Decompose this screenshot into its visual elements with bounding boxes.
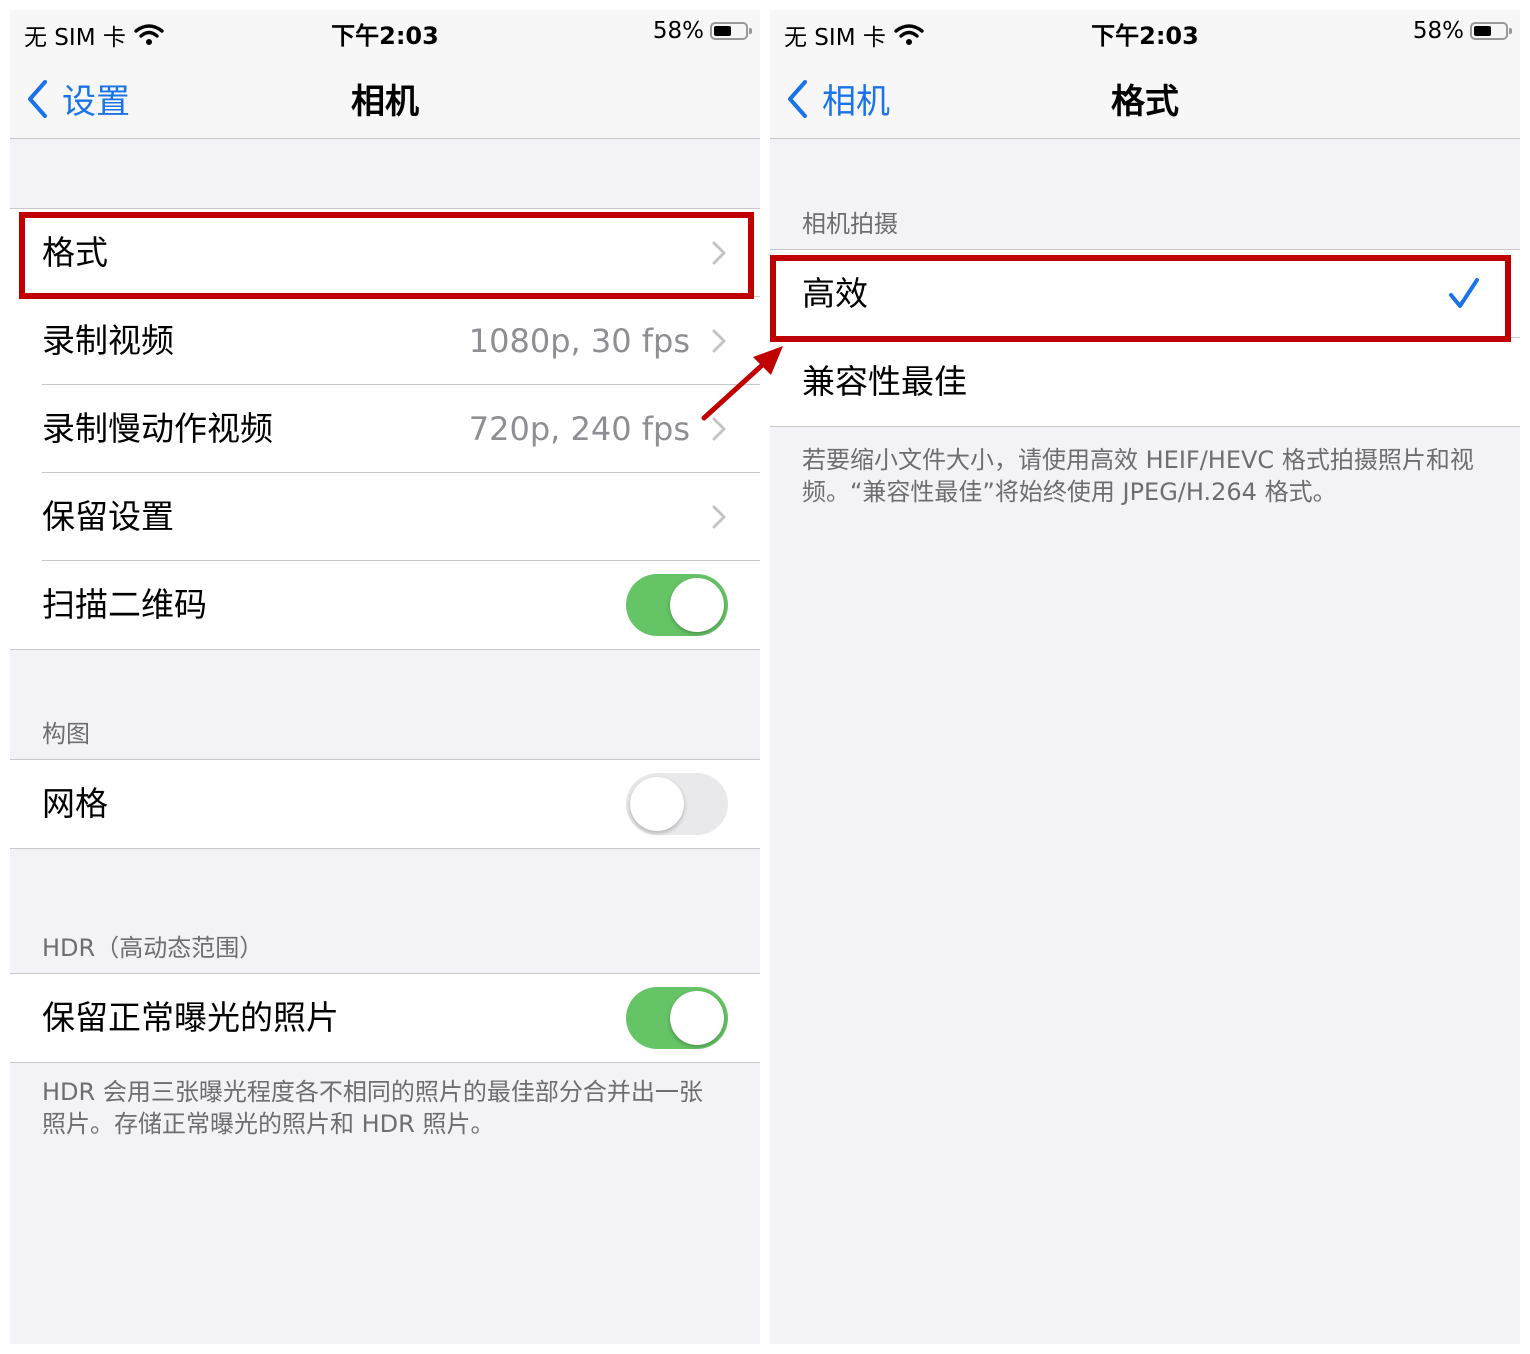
arrow-annotation bbox=[701, 346, 783, 421]
